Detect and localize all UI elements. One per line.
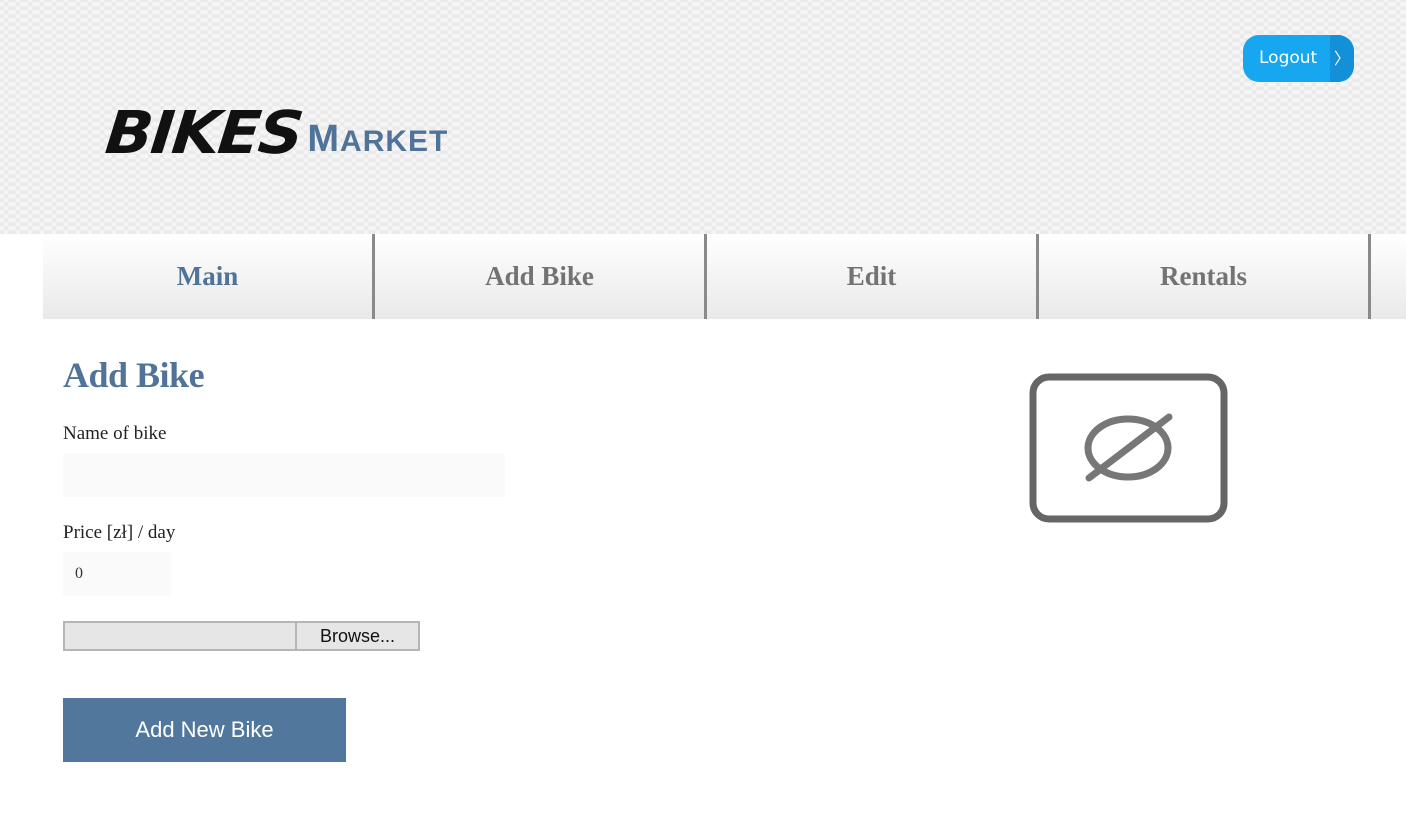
logo-bikes-text: BIKES — [102, 97, 306, 168]
no-image-icon — [1029, 373, 1228, 523]
logo-market-small: ARKET — [340, 125, 449, 158]
logo: BIKES MARKET — [102, 97, 448, 168]
nav-item-rentals[interactable]: Rentals — [1039, 234, 1371, 319]
logout-button[interactable]: Logout 〉 — [1243, 35, 1354, 82]
page: BIKES MARKET Logout 〉 Main Add Bike Edit… — [0, 0, 1412, 823]
logo-market-cap: M — [307, 118, 341, 160]
bike-name-input[interactable] — [63, 453, 505, 497]
nav-filler — [1371, 234, 1406, 319]
nav-item-edit[interactable]: Edit — [707, 234, 1039, 319]
logo-market-text: MARKET — [307, 120, 448, 158]
name-label: Name of bike — [63, 423, 167, 444]
add-new-bike-button[interactable]: Add New Bike — [63, 698, 346, 762]
price-input[interactable] — [63, 552, 171, 596]
chevron-right-icon: 〉 — [1330, 35, 1354, 82]
file-path-field[interactable] — [63, 621, 295, 651]
nav-item-add-bike[interactable]: Add Bike — [375, 234, 707, 319]
main-nav: Main Add Bike Edit Rentals — [43, 234, 1406, 319]
browse-button[interactable]: Browse... — [295, 621, 420, 651]
price-label: Price [zł] / day — [63, 522, 176, 543]
header: BIKES MARKET Logout 〉 — [0, 0, 1406, 234]
logout-label: Logout — [1259, 48, 1318, 68]
nav-item-main[interactable]: Main — [43, 234, 375, 319]
file-upload: Browse... — [63, 621, 420, 651]
page-title: Add Bike — [63, 355, 205, 395]
